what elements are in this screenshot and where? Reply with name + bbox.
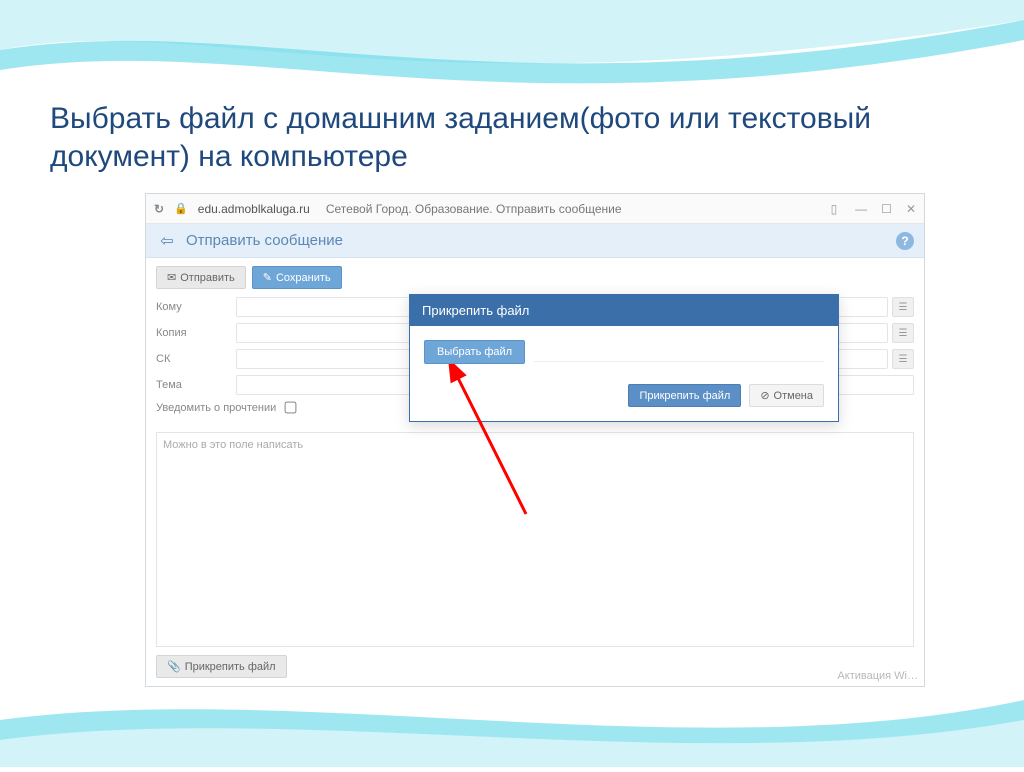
modal-attach-button[interactable]: Прикрепить файл	[628, 384, 741, 407]
address-bar: ↻ 🔒 edu.admoblkaluga.ru Сетевой Город. О…	[146, 194, 924, 224]
notify-checkbox[interactable]	[285, 402, 297, 414]
save-button[interactable]: ✎ Сохранить	[252, 266, 342, 289]
attach-file-button[interactable]: 📎 Прикрепить файл	[156, 655, 287, 678]
save-icon: ✎	[263, 271, 272, 284]
tab-title: Сетевой Город. Образование. Отправить со…	[326, 202, 622, 216]
toolbar: ✉ Отправить ✎ Сохранить	[146, 258, 924, 297]
paperclip-icon: 📎	[167, 660, 181, 673]
send-button[interactable]: ✉ Отправить	[156, 266, 246, 289]
help-icon[interactable]: ?	[896, 232, 914, 250]
browser-window: ↻ 🔒 edu.admoblkaluga.ru Сетевой Город. О…	[145, 193, 925, 687]
url-host: edu.admoblkaluga.ru	[198, 202, 310, 216]
subject-label: Тема	[156, 379, 236, 391]
bcc-picker-icon[interactable]: ☰	[892, 349, 914, 369]
cc-label: Копия	[156, 327, 236, 339]
close-icon[interactable]: ✕	[906, 202, 916, 216]
windows-activation-watermark: Активация Wi…	[837, 670, 918, 682]
bcc-label: СК	[156, 353, 236, 365]
to-label: Кому	[156, 301, 236, 313]
to-picker-icon[interactable]: ☰	[892, 297, 914, 317]
slide-title: Выбрать файл с домашним заданием(фото ил…	[50, 100, 974, 175]
modal-title: Прикрепить файл	[410, 295, 838, 326]
lock-icon: 🔒	[174, 202, 188, 215]
cc-picker-icon[interactable]: ☰	[892, 323, 914, 343]
file-path-field	[534, 340, 824, 362]
notify-label: Уведомить о прочтении	[156, 402, 276, 414]
message-body[interactable]: Можно в это поле написать	[156, 432, 914, 647]
choose-file-button[interactable]: Выбрать файл	[424, 340, 525, 364]
minimize-icon[interactable]: —	[855, 202, 867, 216]
bookmark-icon[interactable]: ▯	[831, 202, 838, 216]
cancel-icon: ⊘	[760, 389, 769, 402]
page-title: Отправить сообщение	[186, 232, 343, 249]
send-icon: ✉	[167, 271, 176, 284]
maximize-icon[interactable]: ☐	[881, 202, 892, 216]
modal-cancel-button[interactable]: ⊘ Отмена	[749, 384, 824, 407]
back-arrow-icon[interactable]: ⇦	[156, 230, 178, 252]
reload-icon[interactable]: ↻	[154, 202, 164, 216]
attach-file-modal: Прикрепить файл Выбрать файл Прикрепить …	[409, 294, 839, 422]
app-header: ⇦ Отправить сообщение ?	[146, 224, 924, 258]
